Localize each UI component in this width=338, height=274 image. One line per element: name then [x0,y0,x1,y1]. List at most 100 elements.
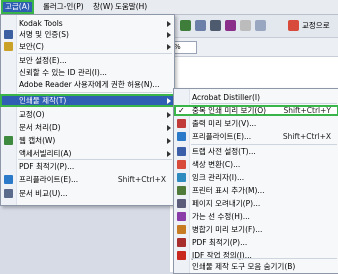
submenu-arrow-icon [167,32,171,38]
sub-menu-item[interactable]: Acrobat Distiller(I) [174,92,338,103]
menu-item-label: 인쇄물 제작(T) [19,96,67,105]
preflight-icon [177,132,186,141]
main-menu-item[interactable]: 보안(C) [1,41,174,52]
menu-item-label: Kodak Tools [19,19,63,28]
menu-item-shortcut: Shift+Ctrl+Y [283,106,331,115]
menu-item-shortcut: Shift+Ctrl+X [117,175,166,184]
menu-help[interactable]: 도움말(H) [112,1,150,13]
menu-item-label: 프리플라이트(E)... [19,175,79,184]
menu-item-label: 웹 캡처(W) [19,136,56,145]
menu-item-label: 인쇄물 제작 도구 모음 숨기기(B) [192,262,296,271]
image-icon[interactable] [195,20,206,31]
menu-separator [191,103,337,104]
sub-menu-item[interactable]: 가는 선 수정(H)... [174,211,338,222]
sub-menu-item[interactable]: 출력 미리 보기(V)... [174,118,338,129]
main-menu-item[interactable]: Kodak Tools [1,18,174,29]
menu-item-label: 프린터 표시 추가(M)... [192,186,265,195]
review-button-label[interactable]: 교정으로 [302,20,330,31]
main-menu-item[interactable]: 웹 캡처(W) [1,135,174,146]
menu-separator [18,159,172,160]
grid-icon[interactable] [225,20,236,31]
menu-item-shortcut: Shift+Ctrl+X [282,132,331,141]
main-menu-item[interactable]: 교정(O) [1,109,174,120]
speaker-icon[interactable] [210,20,221,31]
sub-menu-item[interactable]: ✓ 중복 인쇄 미리 보기(O) Shift+Ctrl+Y [174,105,338,116]
menu-item-label: 서명 및 인증(S) [19,30,69,39]
menu-item-label: 보안(C) [19,42,44,51]
sub-menu-item[interactable]: 트랩 사전 설정(T)... [174,146,338,157]
sub-menu-item[interactable]: 색상 변환(C)... [174,159,338,170]
sub-menu-item[interactable]: JDF 작업 정의(J)... [174,250,338,261]
jdf-icon [177,251,186,260]
submenu-arrow-icon [167,138,171,144]
color-icon [177,160,186,169]
main-menu-item[interactable]: 문서 처리(D) [1,122,174,133]
main-menu-item[interactable]: 보안 설정(E)... [1,55,174,66]
main-menu-item[interactable]: 신뢰할 수 있는 ID 관리(I)... [1,67,174,78]
check-icon: ✓ [178,106,185,115]
main-menu-item[interactable]: PDF 최적기(P)... [1,161,174,172]
marks-icon [177,186,186,195]
globe-icon [4,136,13,145]
menu-item-label: 트랩 사전 설정(T)... [192,147,256,156]
toolbar: 교정으로 [170,15,338,38]
sub-menu-item[interactable]: 병합기 미리 보기(F)... [174,224,338,235]
output-icon [177,119,186,128]
menu-item-label: JDF 작업 정의(J)... [192,251,252,260]
menu-plugins[interactable]: 롤러그-인(P) [40,1,87,13]
main-menu-item[interactable]: 서명 및 인증(S) [1,29,174,40]
menu-item-label: 출력 미리 보기(V)... [192,119,257,128]
trap-icon [177,147,186,156]
menu-item-label: 색상 변환(C)... [192,160,241,169]
menu-separator [18,92,172,93]
submenu-arrow-icon [167,44,171,50]
sub-menu-item[interactable]: 프린터 표시 추가(M)... [174,185,338,196]
menu-item-label: Acrobat Distiller(I) [192,93,261,102]
menu-item-label: 중복 인쇄 미리 보기(O) [192,106,267,115]
line-icon [177,212,186,221]
menu-item-label: 보안 설정(E)... [19,56,67,65]
menu-separator [191,144,337,145]
crop-icon [177,199,186,208]
menu-item-label: 액세서빌리티(A) [19,149,72,158]
advanced-menu: Kodak Tools 서명 및 인증(S) 보안(C) 보안 설정(E)... 신뢰할… [0,14,175,206]
main-menu-item[interactable]: 액세서빌리티(A) [1,148,174,159]
main-menu-item[interactable]: 인쇄물 제작(T) [0,94,175,107]
main-menu-item[interactable]: 프리플라이트(E)... Shift+Ctrl+X [1,174,174,185]
sub-menu-item[interactable]: PDF 최적기(P)... [174,237,338,248]
menu-advanced[interactable]: 고급(A) [1,0,34,14]
menu-separator [191,258,337,259]
submenu-arrow-icon [167,21,171,27]
submenu-arrow-icon [167,112,171,118]
main-menu-item[interactable]: 문서 비교(U)... [1,188,174,199]
sub-menu-item[interactable]: 잉크 관리자(I)... [174,172,338,183]
menu-item-label: 교정(O) [19,110,45,119]
globe-icon[interactable] [180,20,191,31]
zoom-field[interactable]: % [172,41,197,54]
menu-item-label: 프리플라이트(E)... [192,132,252,141]
menu-separator [18,53,172,54]
menu-item-label: 신뢰할 수 있는 ID 관리(I)... [19,68,107,77]
review-icon[interactable] [288,20,299,31]
menu-item-label: Adobe Reader 사용자에게 권한 허용(N)... [19,80,160,89]
menu-item-label: 문서 비교(U)... [19,189,68,198]
flatten-icon [177,225,186,234]
ink-icon [177,173,186,182]
menu-item-label: 병합기 미리 보기(F)... [192,225,263,234]
menu-item-label: PDF 최적기(P)... [19,162,75,171]
optimize-icon [177,238,186,247]
compare-icon [4,189,13,198]
submenu-arrow-icon [167,151,171,157]
menu-bar: 고급(A) 롤러그-인(P) 창(W) 도움말(H) [0,0,338,15]
sub-menu-item[interactable]: 프리플라이트(E)... Shift+Ctrl+X [174,131,338,142]
menu-item-label: 문서 처리(D) [19,123,61,132]
pen-icon [4,30,13,39]
sub-menu-item[interactable]: 인쇄물 제작 도구 모음 숨기기(B) [174,261,338,272]
sub-menu-item[interactable]: 페이지 오려내기(P)... [174,198,338,209]
stamp-icon[interactable] [240,20,251,31]
menu-item-label: 잉크 관리자(I)... [192,173,245,182]
menu-item-label: PDF 최적기(P)... [192,238,248,247]
arrow-icon[interactable] [255,20,266,31]
preflight-icon [4,175,13,184]
main-menu-item[interactable]: Adobe Reader 사용자에게 권한 허용(N)... [1,79,174,90]
